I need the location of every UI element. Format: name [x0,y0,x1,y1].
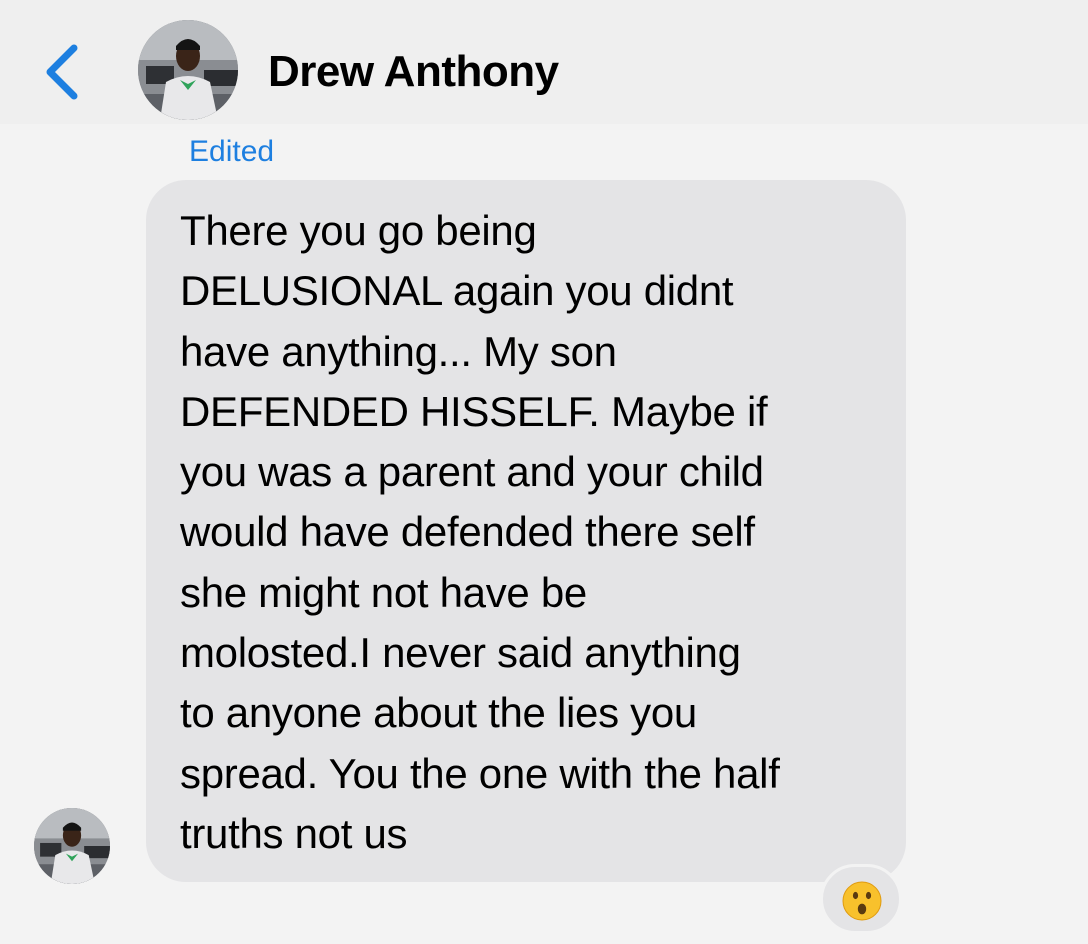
edited-label[interactable]: Edited [189,132,274,172]
message-line: truths not us [180,809,408,857]
message-line: would have defended there self [180,508,755,556]
message-line: There you go being [180,207,537,254]
message-line: have anything... My son [180,327,617,375]
message-line: DEFENDED HISSELF. Maybe if [180,387,768,435]
message-line: she might not have be [180,568,587,616]
back-button[interactable] [40,42,84,102]
surprised-face-icon [842,881,882,921]
message-line: you was a parent and your child [180,448,764,496]
message-line: DELUSIONAL again you didnt [180,267,734,315]
reaction-badge[interactable] [820,864,902,934]
contact-name[interactable]: Drew Anthony [268,44,559,100]
chevron-left-icon [46,44,78,100]
message-line: spread. You the one with the half [180,749,780,797]
message-line: molosted.I never said anything [180,629,741,677]
message-text: There you go being DELUSIONAL again you … [180,201,900,864]
message-bubble[interactable]: There you go being DELUSIONAL again you … [146,180,906,882]
contact-avatar[interactable] [138,20,238,120]
conversation-header: Drew Anthony [0,0,1088,124]
sender-avatar[interactable] [34,808,110,884]
message-line: to anyone about the lies you [180,689,697,737]
